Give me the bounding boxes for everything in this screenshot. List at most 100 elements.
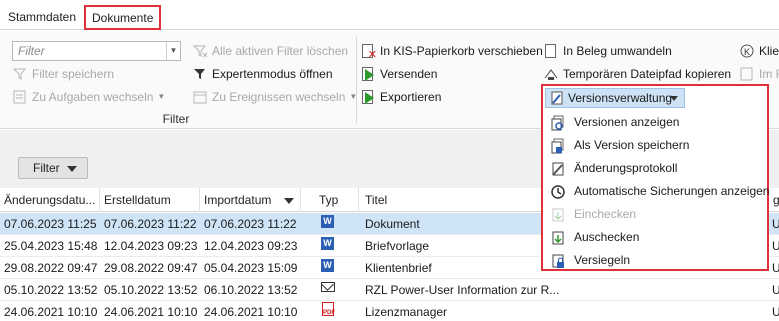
pdf-button[interactable]: Im F	[739, 64, 779, 84]
client-button[interactable]: K Klier	[739, 41, 779, 61]
cell-created: 05.10.2022 13:52	[104, 283, 198, 297]
pdf-icon	[739, 66, 755, 82]
menu-item-label: Versionen anzeigen	[574, 115, 680, 129]
filter-clear-icon	[192, 43, 208, 59]
tab-bar: Stammdaten Dokumente	[0, 0, 779, 30]
menu-item-label: Automatische Sicherungen anzeigen	[574, 184, 770, 198]
save-filter-button[interactable]: Filter speichern	[12, 64, 114, 84]
cell-imported: 06.10.2022 13:52	[204, 283, 298, 297]
menu-item-label: Einchecken	[574, 207, 637, 221]
menu-item-checkout[interactable]: Auschecken	[543, 226, 767, 249]
filter-placeholder: Filter	[18, 44, 45, 58]
send-button[interactable]: Versenden	[360, 64, 437, 84]
save-filter-label: Filter speichern	[32, 67, 115, 81]
menu-item-changelog[interactable]: Änderungsprotokoll	[543, 157, 767, 180]
clear-filters-button[interactable]: Alle aktiven Filter löschen	[192, 41, 348, 61]
menu-item-checkin[interactable]: Einchecken	[543, 203, 767, 226]
tasks-icon	[12, 89, 28, 105]
cell-changed: 07.06.2023 11:25	[4, 217, 97, 231]
table-row[interactable]: 05.10.2022 13:52 05.10.2022 13:52 06.10.…	[0, 279, 779, 301]
send-icon	[360, 66, 376, 82]
cell-imported: 12.04.2023 09:23	[204, 239, 298, 253]
cell-title: Briefvorlage	[365, 239, 430, 253]
filter-input[interactable]: Filter ▼	[12, 41, 181, 61]
expert-mode-label: Expertenmodus öffnen	[212, 67, 333, 81]
mail-icon	[320, 279, 340, 301]
cell-created: 29.08.2022 09:47	[104, 261, 198, 275]
temp-path-button[interactable]: Temporären Dateipfad kopieren	[543, 64, 731, 84]
filter-toggle-button[interactable]: Filter	[18, 157, 88, 179]
filter-toggle-label: Filter	[33, 161, 60, 175]
cell-imported: 24.06.2021 10:10	[204, 305, 298, 319]
filter-save-icon	[12, 66, 28, 82]
cell-title: Lizenzmanager	[365, 305, 448, 319]
cell-title: Klientenbrief	[365, 261, 432, 275]
switch-tasks-label: Zu Aufgaben wechseln	[32, 90, 154, 104]
cell-created: 24.06.2021 10:10	[104, 305, 198, 319]
cell-extra: Ur	[772, 305, 779, 319]
menu-item-save-as-version[interactable]: Als Version speichern	[543, 134, 767, 157]
cell-changed: 25.04.2023 15:48	[4, 239, 98, 253]
versioning-menu: Versionen anzeigen Als Version speichern…	[541, 108, 769, 271]
menu-item-seal[interactable]: Versiegeln	[543, 249, 767, 272]
cell-imported: 05.04.2023 15:09	[204, 261, 298, 275]
column-header-type[interactable]: Typ	[301, 188, 359, 212]
export-icon	[360, 89, 376, 105]
pdf-label: Im F	[759, 67, 779, 81]
changelog-icon	[550, 161, 566, 177]
convert-receipt-label: In Beleg umwandeln	[563, 44, 672, 58]
client-icon: K	[739, 43, 755, 59]
versioning-icon	[549, 90, 565, 106]
convert-receipt-button[interactable]: In Beleg umwandeln	[543, 41, 672, 61]
svg-text:K: K	[744, 47, 750, 57]
cell-extra: Ur	[772, 239, 779, 253]
cell-created: 12.04.2023 09:23	[104, 239, 198, 253]
path-icon	[543, 66, 559, 82]
column-header-changed[interactable]: Änderungsdatu...	[0, 188, 100, 212]
expert-mode-button[interactable]: Expertenmodus öffnen	[192, 64, 333, 84]
switch-events-label: Zu Ereignissen wechseln	[212, 90, 346, 104]
receipt-icon	[543, 43, 559, 59]
calendar-icon	[192, 89, 208, 105]
checkin-icon	[550, 207, 566, 223]
filter-group-label: Filter	[162, 112, 190, 126]
cell-changed: 05.10.2022 13:52	[4, 283, 98, 297]
cell-changed: 29.08.2022 09:47	[4, 261, 98, 275]
delete-document-icon: ✕	[360, 43, 377, 61]
word-file-icon: W	[320, 213, 340, 235]
menu-item-auto-backups[interactable]: Automatische Sicherungen anzeigen	[543, 180, 770, 203]
table-row[interactable]: 24.06.2021 10:10 24.06.2021 10:10 24.06.…	[0, 301, 779, 321]
tab-stammdaten[interactable]: Stammdaten	[2, 6, 82, 28]
history-clock-icon	[550, 184, 566, 200]
menu-item-label: Versiegeln	[574, 253, 631, 267]
kis-trash-label: In KIS-Papierkorb verschieben	[380, 44, 543, 58]
menu-item-label: Änderungsprotokoll	[574, 161, 678, 175]
tab-dokumente[interactable]: Dokumente	[84, 5, 162, 30]
switch-events-button[interactable]: Zu Ereignissen wechseln ▼	[192, 87, 357, 107]
cell-title: RZL Power-User Information zur R...	[365, 283, 560, 297]
cell-extra: Ur	[772, 261, 779, 275]
chevron-down-icon	[67, 166, 77, 172]
cell-extra: Ur	[772, 217, 779, 231]
column-header-created[interactable]: Erstelldatum	[100, 188, 200, 212]
sort-desc-icon	[284, 198, 294, 204]
menu-item-show-versions[interactable]: Versionen anzeigen	[543, 111, 767, 134]
versioning-button[interactable]: Versionsverwaltung	[545, 88, 685, 108]
versioning-label: Versionsverwaltung	[568, 91, 673, 105]
column-header-imported-label: Importdatum	[204, 193, 272, 207]
column-header-imported[interactable]: Importdatum	[200, 188, 301, 212]
chevron-down-icon[interactable]: ▼	[166, 42, 180, 60]
cell-imported: 07.06.2023 11:22	[204, 217, 297, 231]
chevron-down-icon	[670, 96, 678, 101]
column-header-extra[interactable]: g	[769, 188, 779, 212]
word-file-icon: W	[320, 235, 340, 257]
switch-tasks-button[interactable]: Zu Aufgaben wechseln ▼	[12, 87, 165, 107]
word-file-icon: W	[320, 257, 340, 279]
kis-trash-button[interactable]: ✕ In KIS-Papierkorb verschieben	[360, 41, 543, 61]
export-button[interactable]: Exportieren	[360, 87, 441, 107]
versions-icon	[550, 115, 566, 131]
versioning-dropdown-frame: Versionsverwaltung	[541, 84, 769, 110]
cell-extra: Ur	[772, 283, 779, 297]
chevron-down-icon: ▼	[157, 92, 166, 101]
send-label: Versenden	[380, 67, 438, 81]
